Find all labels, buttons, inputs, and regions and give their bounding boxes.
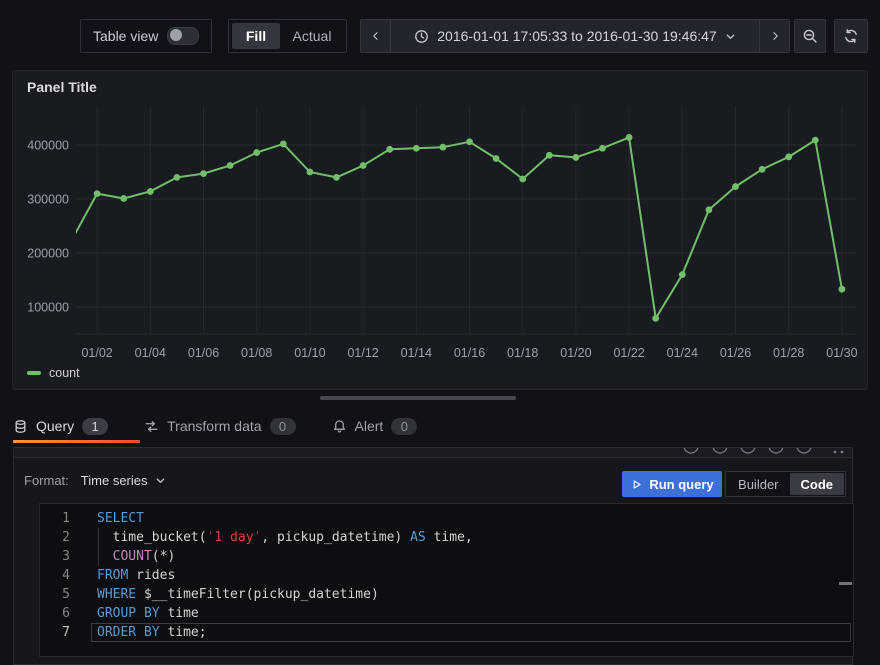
query-editor-pane: Format: Time series Run query Builder Co…	[13, 447, 853, 665]
line-number: 7	[40, 623, 70, 642]
tab-alert-count: 0	[391, 418, 417, 435]
code-text: WHERE $__timeFilter(pickup_datetime)	[70, 585, 379, 604]
clock-icon	[414, 29, 429, 44]
code-line-1[interactable]: 1SELECT	[40, 509, 853, 528]
svg-text:300000: 300000	[27, 193, 69, 207]
tab-query-label: Query	[36, 418, 74, 434]
run-query-label: Run query	[649, 477, 713, 492]
svg-text:200000: 200000	[27, 247, 69, 261]
switch-knob	[170, 29, 182, 41]
table-view-label: Table view	[93, 28, 158, 44]
tab-transform-label: Transform data	[167, 418, 261, 434]
svg-text:01/28: 01/28	[773, 346, 804, 360]
grafana-panel-editor: Table view Fill Actual 2016-01-01 17:05:…	[0, 0, 880, 665]
chevron-left-icon	[370, 29, 382, 43]
code-line-4[interactable]: 4FROM rides	[40, 566, 853, 585]
format-select-value: Time series	[81, 473, 148, 488]
line-number: 4	[40, 566, 70, 585]
sql-code-lines[interactable]: 1SELECT2 time_bucket('1 day', pickup_dat…	[40, 504, 853, 642]
svg-text:01/02: 01/02	[81, 346, 112, 360]
caret-down-icon	[725, 31, 736, 42]
tab-alert-label: Alert	[355, 418, 384, 434]
svg-text:01/18: 01/18	[507, 346, 538, 360]
line-number: 2	[40, 528, 70, 547]
svg-text:01/26: 01/26	[720, 346, 751, 360]
code-line-5[interactable]: 5WHERE $__timeFilter(pickup_datetime)	[40, 585, 853, 604]
svg-text:01/30: 01/30	[826, 346, 857, 360]
builder-code-toggle: Builder Code	[725, 471, 846, 497]
tab-query-count: 1	[82, 418, 108, 435]
svg-text:01/12: 01/12	[347, 346, 378, 360]
code-text: SELECT	[70, 509, 144, 528]
query-row-header-clipped	[14, 448, 852, 458]
chart-legend[interactable]: count	[27, 366, 80, 380]
code-mode-option[interactable]: Code	[790, 473, 845, 495]
chevron-down-icon	[155, 475, 166, 486]
pane-resize-handle[interactable]	[320, 396, 516, 400]
svg-text:400000: 400000	[27, 139, 69, 153]
zoom-out-time-button[interactable]	[794, 19, 826, 53]
svg-text:01/06: 01/06	[188, 346, 219, 360]
svg-text:01/10: 01/10	[294, 346, 325, 360]
svg-text:01/20: 01/20	[560, 346, 591, 360]
actual-option[interactable]: Actual	[282, 23, 342, 49]
timeseries-panel: Panel Title 10000020000030000040000001/0…	[12, 70, 868, 390]
database-icon	[13, 419, 28, 434]
svg-text:01/22: 01/22	[613, 346, 644, 360]
bell-icon	[332, 419, 347, 434]
transform-icon	[144, 419, 159, 434]
table-view-switch[interactable]	[167, 27, 199, 45]
line-number: 1	[40, 509, 70, 528]
fill-actual-radio-group: Fill Actual	[228, 19, 347, 53]
svg-text:01/04: 01/04	[135, 346, 166, 360]
refresh-icon	[843, 28, 859, 44]
format-select[interactable]: Time series	[81, 473, 166, 488]
format-label: Format:	[24, 473, 69, 488]
code-text: COUNT(*)	[70, 547, 175, 566]
active-tab-underline	[13, 440, 140, 443]
time-range-picker-button[interactable]: 2016-01-01 17:05:33 to 2016-01-30 19:46:…	[390, 20, 759, 52]
code-line-6[interactable]: 6GROUP BY time	[40, 604, 853, 623]
time-range-text: 2016-01-01 17:05:33 to 2016-01-30 19:46:…	[437, 28, 716, 44]
builder-mode-option[interactable]: Builder	[727, 473, 789, 495]
legend-series-color	[27, 371, 41, 375]
table-view-toggle-group[interactable]: Table view	[80, 19, 212, 53]
svg-text:01/14: 01/14	[401, 346, 432, 360]
line-number: 6	[40, 604, 70, 623]
tab-transform-count: 0	[270, 418, 296, 435]
code-text: time_bucket('1 day', pickup_datetime) AS…	[70, 528, 473, 547]
svg-text:01/08: 01/08	[241, 346, 272, 360]
play-icon	[630, 478, 643, 491]
chevron-right-icon	[769, 29, 781, 43]
code-text: ORDER BY time;	[70, 623, 207, 642]
time-shift-back-button[interactable]	[361, 20, 390, 52]
tab-transform-data[interactable]: Transform data 0	[144, 418, 295, 435]
sql-code-editor[interactable]: 1SELECT2 time_bucket('1 day', pickup_dat…	[39, 503, 854, 657]
code-line-7[interactable]: 7ORDER BY time;	[40, 623, 853, 642]
legend-series-label[interactable]: count	[49, 366, 80, 380]
timeseries-chart[interactable]: 100000 200000 300000 400000 01/02 01/04 01/06 0…	[13, 71, 867, 389]
line-number: 5	[40, 585, 70, 604]
time-range-controls: 2016-01-01 17:05:33 to 2016-01-30 19:46:…	[360, 19, 790, 53]
svg-text:01/16: 01/16	[454, 346, 485, 360]
code-line-3[interactable]: 3 COUNT(*)	[40, 547, 853, 566]
magnifier-minus-icon	[802, 28, 818, 44]
svg-text:01/24: 01/24	[667, 346, 698, 360]
tab-query[interactable]: Query 1	[13, 418, 108, 435]
svg-text:100000: 100000	[27, 301, 69, 315]
tab-alert[interactable]: Alert 0	[332, 418, 418, 435]
query-row-action-icons-partial	[14, 448, 852, 457]
code-text: FROM rides	[70, 566, 175, 585]
code-line-2[interactable]: 2 time_bucket('1 day', pickup_datetime) …	[40, 528, 853, 547]
refresh-button[interactable]	[834, 19, 868, 53]
fill-option[interactable]: Fill	[232, 23, 280, 49]
run-query-button[interactable]: Run query	[622, 471, 722, 497]
line-number: 3	[40, 547, 70, 566]
time-shift-forward-button[interactable]	[759, 20, 789, 52]
code-text: GROUP BY time	[70, 604, 199, 623]
